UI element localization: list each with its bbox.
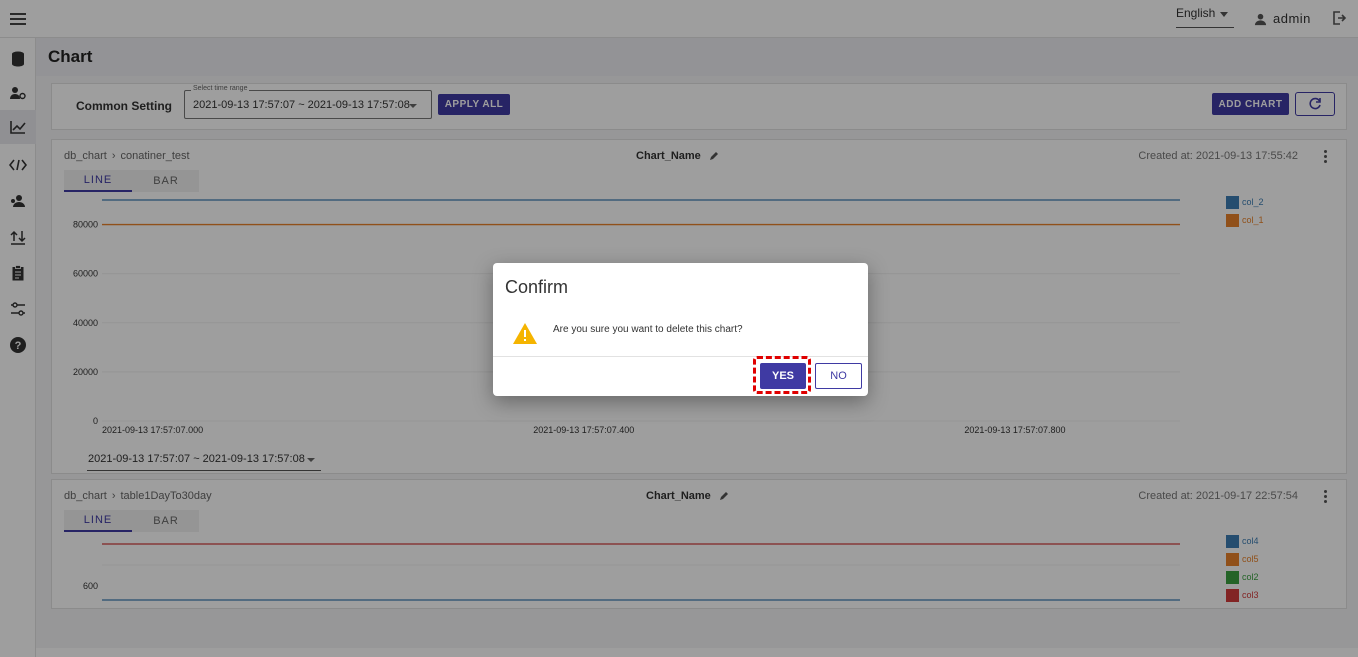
yes-button[interactable]: YES xyxy=(760,363,806,389)
dialog-title: Confirm xyxy=(505,277,569,297)
divider xyxy=(493,356,868,357)
confirm-dialog: Confirm Are you sure you want to delete … xyxy=(493,263,868,396)
warning-icon xyxy=(513,323,537,344)
yes-button-highlight: YES xyxy=(753,356,811,394)
dialog-message: Are you sure you want to delete this cha… xyxy=(553,324,743,335)
no-button[interactable]: NO xyxy=(815,363,862,389)
